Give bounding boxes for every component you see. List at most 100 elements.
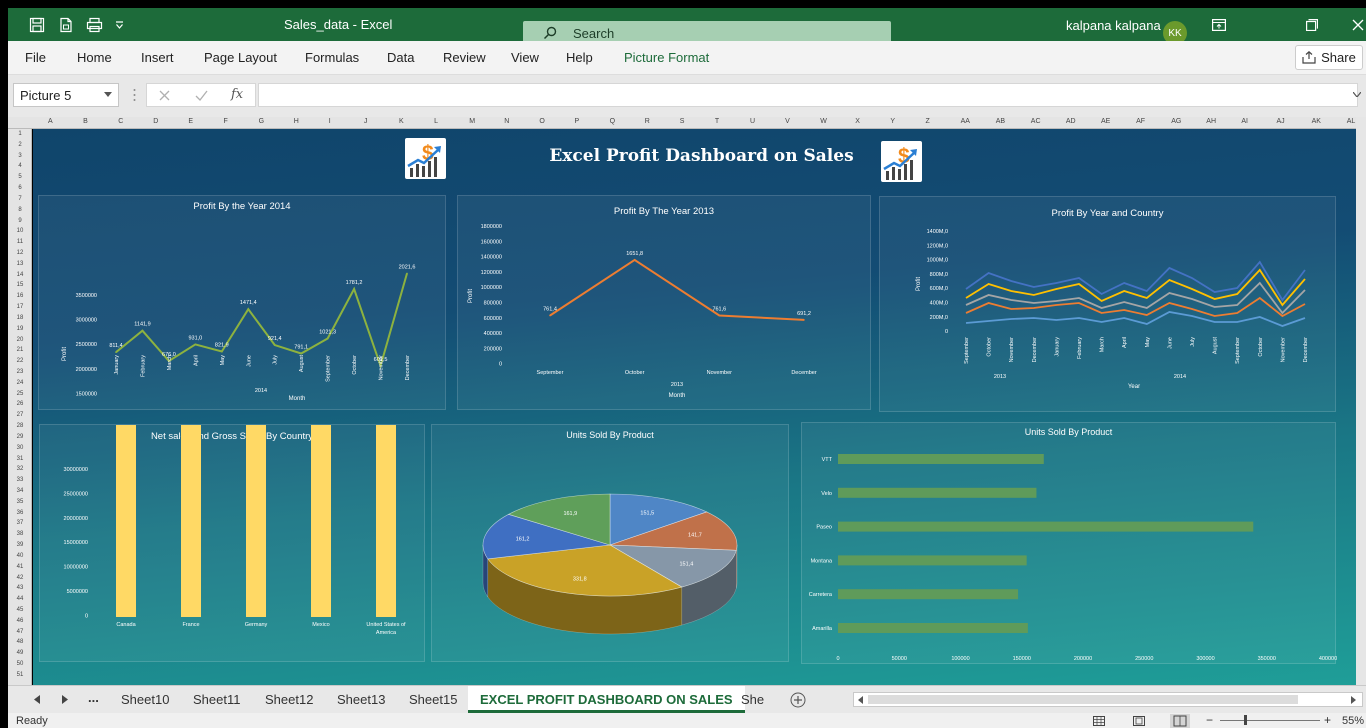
- y-tick-label: 0: [85, 613, 88, 619]
- category-label: Paseo: [816, 525, 832, 531]
- combo-chart-net-gross: 30000000 25000000 20000000 15000000 10000000…: [64, 425, 406, 636]
- row-header: 15: [16, 282, 24, 289]
- more-sheets-button[interactable]: ...: [88, 690, 99, 705]
- sheet-tab[interactable]: Sheet12: [265, 692, 313, 707]
- scroll-tabs-right-icon[interactable]: [62, 695, 68, 704]
- chart-profit-2013[interactable]: Profit By The Year 2013 1800000 1600000 14…: [457, 195, 871, 410]
- zoom-in-button[interactable]: +: [1324, 713, 1331, 727]
- zoom-slider-thumb[interactable]: [1244, 715, 1247, 725]
- sheet-tab[interactable]: Sheet13: [337, 692, 385, 707]
- name-box[interactable]: Picture 5: [13, 83, 119, 107]
- close-window-icon[interactable]: [1352, 18, 1364, 36]
- dashboard-picture[interactable]: $ $ Excel Profit Dashboard on Sales Prof…: [33, 129, 1358, 685]
- save-icon[interactable]: [26, 14, 48, 36]
- data-point: [115, 351, 117, 353]
- chart-profit-2014[interactable]: Profit By the Year 2014 3500000 3000000 25…: [38, 195, 446, 410]
- row-header: 47: [16, 628, 24, 635]
- data-label: 1781,2: [346, 280, 363, 286]
- chart-units-pie[interactable]: Units Sold By Product 151,5 141,7 151,4 331…: [431, 424, 789, 662]
- tab-help[interactable]: Help: [566, 50, 593, 65]
- enter-check-icon[interactable]: [195, 90, 208, 101]
- sheet-tab[interactable]: She: [741, 692, 764, 707]
- share-button[interactable]: Share: [1295, 45, 1363, 70]
- y-tick-label: 0: [499, 362, 502, 368]
- y-tick-label: 3000000: [76, 318, 97, 324]
- y-tick-label: 400M,0: [930, 301, 948, 307]
- zoom-out-button[interactable]: −: [1206, 713, 1213, 727]
- cancel-icon[interactable]: [159, 90, 170, 101]
- data-label: 921,4: [268, 336, 282, 342]
- data-point: [247, 308, 250, 311]
- formula-input[interactable]: [258, 83, 1358, 107]
- tab-review[interactable]: Review: [443, 50, 486, 65]
- ready-status: Ready: [16, 715, 48, 727]
- category-label: Velo: [821, 491, 832, 497]
- x-tick-label: November: [1009, 337, 1015, 363]
- column-header: P: [574, 118, 580, 125]
- tab-insert[interactable]: Insert: [141, 50, 174, 65]
- sheet-tab[interactable]: Sheet10: [121, 692, 169, 707]
- row-header: 10: [16, 228, 24, 235]
- expand-formula-bar-icon[interactable]: [1353, 92, 1361, 97]
- tab-home[interactable]: Home: [77, 50, 112, 65]
- data-point: [300, 352, 302, 355]
- row-header: 2: [18, 141, 22, 148]
- row-header: 12: [16, 249, 24, 256]
- scroll-left-icon[interactable]: [858, 696, 863, 704]
- column-header: W: [820, 118, 827, 125]
- normal-view-icon[interactable]: [1093, 716, 1105, 726]
- vertical-scrollbar[interactable]: [1356, 117, 1366, 685]
- tab-picture-format[interactable]: Picture Format: [624, 50, 709, 65]
- y-tick-label: 400000: [484, 331, 502, 337]
- x-tick-label: France: [182, 622, 199, 628]
- row-header: 50: [16, 661, 24, 668]
- data-label: 1471,4: [240, 300, 257, 306]
- chevron-down-icon: [104, 92, 112, 97]
- sheet-tab[interactable]: Sheet11: [193, 692, 240, 707]
- share-icon: [1302, 51, 1316, 64]
- zoom-level[interactable]: 55%: [1342, 715, 1364, 727]
- column-header: AK: [1311, 118, 1321, 125]
- y-tick-label: 1400M,0: [927, 229, 948, 235]
- chart-units-bar[interactable]: Units Sold By Product VTT Velo Paseo Montan…: [801, 422, 1337, 664]
- row-header: 37: [16, 520, 24, 527]
- ribbon-display-options-icon[interactable]: [1212, 18, 1227, 36]
- bar: [838, 521, 1254, 532]
- row-header: 25: [16, 390, 24, 397]
- tab-data[interactable]: Data: [387, 50, 414, 65]
- y-axis-label: Profit: [468, 289, 474, 303]
- print-preview-icon[interactable]: [84, 14, 106, 36]
- page-layout-view-icon[interactable]: [1133, 716, 1145, 726]
- y-tick-label: 800000: [484, 301, 502, 307]
- column-header: A: [48, 118, 53, 125]
- sheet-tab-active[interactable]: EXCEL PROFIT DASHBOARD ON SALES: [468, 686, 745, 713]
- horizontal-scrollbar[interactable]: [853, 692, 1363, 707]
- data-label: 761,6: [712, 306, 726, 312]
- chart-net-gross-by-country[interactable]: Net sales and Gross Sales By Country 300…: [39, 424, 425, 662]
- tab-file[interactable]: File: [25, 50, 46, 65]
- scroll-right-icon[interactable]: [1351, 696, 1356, 704]
- tab-formulas[interactable]: Formulas: [305, 50, 359, 65]
- customize-toolbar-chevron-icon[interactable]: [112, 14, 126, 36]
- x-tick-label: March: [167, 355, 173, 370]
- add-sheet-icon[interactable]: [790, 692, 806, 708]
- y-tick-label: 1000000: [481, 285, 502, 291]
- restore-window-icon[interactable]: [1306, 18, 1319, 36]
- scroll-thumb[interactable]: [868, 695, 1298, 704]
- sheet-tab[interactable]: Sheet15: [409, 692, 457, 707]
- insert-function-icon[interactable]: fx: [231, 87, 243, 102]
- zoom-slider[interactable]: [1220, 720, 1320, 721]
- column-header: E: [188, 118, 194, 125]
- y-tick-label: 30000000: [64, 467, 88, 473]
- chart-profit-year-country[interactable]: Profit By Year and Country 1400M,0 1200M,…: [879, 196, 1336, 412]
- row-header: 14: [16, 271, 24, 278]
- tab-view[interactable]: View: [511, 50, 539, 65]
- drag-handle-icon[interactable]: [133, 88, 136, 102]
- bar: [838, 623, 1028, 633]
- x-tick-label: October: [625, 370, 645, 376]
- x-tick-label: 50000: [892, 656, 907, 662]
- scroll-tabs-left-icon[interactable]: [34, 695, 40, 704]
- new-document-icon[interactable]: [55, 14, 77, 36]
- tab-page-layout[interactable]: Page Layout: [204, 50, 277, 65]
- page-break-preview-icon[interactable]: [1170, 714, 1190, 728]
